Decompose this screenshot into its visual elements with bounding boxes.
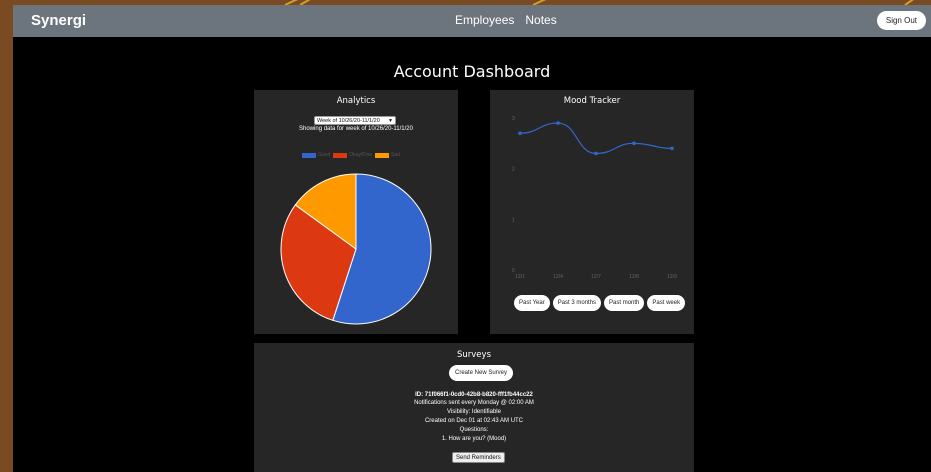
page-title: Account Dashboard <box>393 62 551 81</box>
past-year-button[interactable]: Past Year <box>514 295 550 311</box>
brand-logo[interactable]: Synergi <box>31 12 86 29</box>
survey-questions-label: Questions: <box>459 427 489 433</box>
period-buttons: Past Year Past 3 months Past month Past … <box>514 295 686 311</box>
x-tick-label: 12/9 <box>667 274 677 280</box>
survey-visibility: Visibility: Identifiable <box>447 409 501 415</box>
y-tick-label: 2 <box>512 167 515 173</box>
surveys-card: Surveys Create New Survey ID: 71f066f1-0… <box>254 343 694 472</box>
y-tick-label: 1 <box>512 217 515 223</box>
survey-question: 1. How are you? (Mood) <box>441 436 507 442</box>
nav-employees-link[interactable]: Employees <box>455 13 514 27</box>
x-tick-label: 12/4 <box>553 274 563 280</box>
past-month-button[interactable]: Past month <box>604 295 645 311</box>
pie-chart[interactable] <box>254 90 458 334</box>
mood-point[interactable] <box>594 151 598 156</box>
nav-notes-link[interactable]: Notes <box>525 13 556 27</box>
mood-series-line <box>519 122 673 155</box>
sign-out-button[interactable]: Sign Out <box>876 11 926 30</box>
analytics-card: Analytics Week of 10/26/20-11/1/20 ▼ Sho… <box>254 90 458 334</box>
past-week-button[interactable]: Past week <box>647 295 686 311</box>
mood-point[interactable] <box>632 141 636 146</box>
survey-notifications: Notifications sent every Monday @ 02:00 … <box>414 400 534 406</box>
mood-point[interactable] <box>518 131 522 135</box>
mood-point[interactable] <box>670 146 674 151</box>
surveys-title: Surveys <box>457 350 491 360</box>
past-3-months-button[interactable]: Past 3 months <box>552 295 602 311</box>
mood-tracker-card: Mood Tracker 0 1 2 3 12/1 12/4 12/7 12/8 12/9 Pa… <box>490 90 694 334</box>
x-tick-label: 12/1 <box>515 274 525 280</box>
x-tick-label: 12/7 <box>591 274 601 280</box>
mood-point[interactable] <box>556 121 560 125</box>
app-window: Synergi Employees Notes Sign Out Account… <box>13 5 931 472</box>
y-tick-label: 3 <box>512 116 515 122</box>
nav-links: Employees Notes <box>455 13 557 27</box>
survey-created: Created on Dec 01 at 02:43 AM UTC <box>424 418 524 424</box>
create-survey-button[interactable]: Create New Survey <box>449 365 514 381</box>
x-tick-label: 12/8 <box>629 274 639 280</box>
survey-id: ID: 71f066f1-0cd0-42b8-b820-fff1fb44cc22 <box>415 392 533 398</box>
navbar: Synergi Employees Notes Sign Out <box>13 5 931 37</box>
send-reminders-button[interactable]: Send Reminders <box>452 452 505 463</box>
